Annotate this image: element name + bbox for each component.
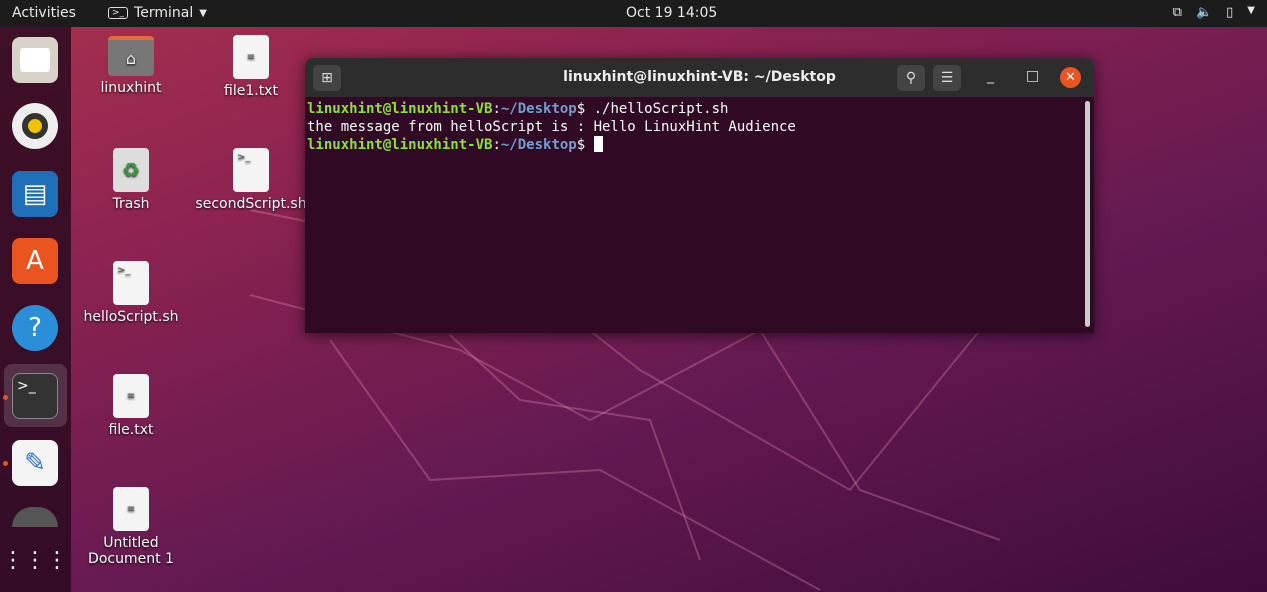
icon-label: linuxhint bbox=[100, 80, 162, 96]
desktop-icon-helloscript[interactable]: >_ helloScript.sh bbox=[71, 261, 191, 325]
prompt-user: linuxhint@linuxhint-VB bbox=[307, 101, 493, 117]
dock-writer-icon[interactable]: ▤ bbox=[12, 171, 58, 217]
terminal-window[interactable]: ⊞ linuxhint@linuxhint-VB: ~/Desktop ⚲ ☰ … bbox=[305, 58, 1094, 333]
prompt-path: ~/Desktop bbox=[500, 137, 577, 153]
prompt-user: linuxhint@linuxhint-VB bbox=[307, 137, 493, 153]
dock: ▤ A ? >_ ✎ ⋮⋮⋮ bbox=[0, 27, 71, 592]
chevron-down-icon: ▼ bbox=[199, 7, 207, 19]
dock-software-icon[interactable]: A bbox=[12, 238, 58, 284]
command-text: ./helloScript.sh bbox=[593, 101, 729, 117]
app-menu-label: Terminal bbox=[134, 5, 194, 21]
top-bar: Activities >_ Terminal ▼ Oct 19 14:05 ⧉ … bbox=[0, 0, 1267, 27]
desktop-icon-linuxhint[interactable]: ⌂ linuxhint bbox=[71, 36, 191, 96]
show-applications-icon[interactable]: ⋮⋮⋮ bbox=[2, 537, 68, 583]
network-icon: ⧉ bbox=[1172, 5, 1182, 20]
icon-label: Untitled Document 1 bbox=[88, 535, 174, 567]
system-tray[interactable]: ⧉ 🔈 ▯ ▼ bbox=[1173, 5, 1255, 20]
window-title: linuxhint@linuxhint-VB: ~/Desktop bbox=[563, 69, 836, 85]
search-icon: ⚲ bbox=[905, 70, 917, 86]
terminal-body[interactable]: linuxhint@linuxhint-VB:~/Desktop$ ./hell… bbox=[305, 97, 1094, 333]
desktop-icon-file[interactable]: ≡ file.txt bbox=[71, 374, 191, 438]
terminal-output: the message from helloScript is : Hello … bbox=[307, 119, 796, 135]
minimize-button[interactable]: _ bbox=[987, 68, 994, 84]
battery-icon: ▯ bbox=[1226, 5, 1234, 20]
terminal-header: ⊞ linuxhint@linuxhint-VB: ~/Desktop ⚲ ☰ … bbox=[305, 58, 1094, 97]
search-button[interactable]: ⚲ bbox=[897, 65, 925, 91]
script-file-icon: >_ bbox=[233, 148, 269, 192]
cursor bbox=[593, 136, 603, 152]
text-file-icon: ≡ bbox=[113, 487, 149, 531]
dock-terminal-icon[interactable]: >_ bbox=[12, 373, 58, 419]
terminal-icon: >_ bbox=[108, 7, 129, 19]
prompt-path: ~/Desktop bbox=[500, 101, 577, 117]
desktop-icon-trash[interactable]: ♻ Trash bbox=[71, 148, 191, 212]
running-indicator bbox=[3, 461, 8, 466]
dock-files-icon[interactable] bbox=[12, 37, 58, 83]
desktop-icon-untitled[interactable]: ≡ Untitled Document 1 bbox=[71, 487, 191, 567]
icon-label: Trash bbox=[112, 196, 150, 212]
dock-help-icon[interactable]: ? bbox=[12, 305, 58, 351]
running-indicator bbox=[3, 395, 8, 400]
scrollbar[interactable] bbox=[1085, 101, 1090, 327]
icon-label: file1.txt bbox=[224, 83, 278, 99]
trash-icon: ♻ bbox=[113, 148, 149, 192]
terminal-line: linuxhint@linuxhint-VB:~/Desktop$ bbox=[307, 136, 1092, 154]
dock-text-editor-icon[interactable]: ✎ bbox=[12, 440, 58, 486]
hamburger-icon: ☰ bbox=[940, 70, 954, 86]
text-file-icon: ≡ bbox=[233, 35, 269, 79]
app-menu[interactable]: >_ Terminal ▼ bbox=[108, 5, 207, 21]
volume-icon: 🔈 bbox=[1195, 5, 1213, 20]
chevron-down-icon: ▼ bbox=[1247, 5, 1255, 16]
maximize-button[interactable]: □ bbox=[1026, 68, 1039, 84]
text-file-icon: ≡ bbox=[113, 374, 149, 418]
icon-label: helloScript.sh bbox=[83, 309, 179, 325]
menu-button[interactable]: ☰ bbox=[933, 65, 961, 91]
script-file-icon: >_ bbox=[113, 261, 149, 305]
clock[interactable]: Oct 19 14:05 bbox=[626, 5, 717, 21]
dock-rhythmbox-icon[interactable] bbox=[12, 103, 58, 149]
desktop-icon-secondscript[interactable]: >_ secondScript.sh bbox=[191, 148, 311, 212]
dock-partial-icon[interactable] bbox=[12, 507, 58, 527]
terminal-line: linuxhint@linuxhint-VB:~/Desktop$ ./hell… bbox=[307, 101, 729, 117]
icon-label: secondScript.sh bbox=[195, 196, 307, 212]
close-button[interactable]: ✕ bbox=[1060, 67, 1081, 88]
icon-label: file.txt bbox=[108, 422, 154, 438]
desktop-icon-file1[interactable]: ≡ file1.txt bbox=[191, 35, 311, 99]
activities-button[interactable]: Activities bbox=[12, 5, 76, 21]
home-folder-icon: ⌂ bbox=[108, 36, 154, 76]
